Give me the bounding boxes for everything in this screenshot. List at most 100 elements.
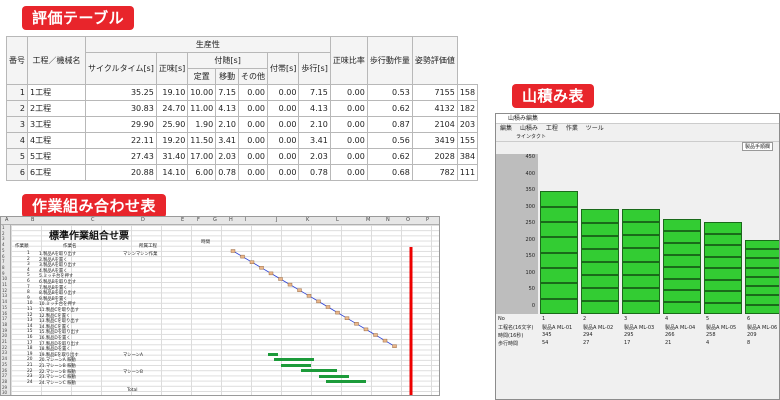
task-block[interactable] — [704, 291, 742, 303]
y-tick-label: 200 — [525, 236, 535, 243]
task-block[interactable] — [581, 222, 619, 236]
cell-cycle: 35.25 — [85, 84, 157, 101]
task-block[interactable] — [622, 209, 660, 223]
cell-walk: 4.13 — [298, 100, 331, 117]
cell-ratio: 0.56 — [366, 132, 413, 149]
task-block[interactable] — [704, 233, 742, 246]
menu-yamazumi[interactable]: 山積み — [520, 125, 538, 132]
task-block[interactable] — [622, 300, 660, 314]
cell-ratio: 0.53 — [366, 84, 413, 101]
yama-toolbar: ラインタクト — [496, 133, 779, 142]
cell-cycle: 27.43 — [85, 148, 157, 165]
y-tick-label: 350 — [525, 187, 535, 193]
cell-futai: 0.00 — [266, 116, 300, 133]
cell-steps: 782 — [411, 164, 458, 181]
task-block[interactable] — [622, 287, 660, 301]
task-block[interactable] — [745, 276, 779, 287]
task-block[interactable] — [704, 245, 742, 257]
yamazumi-title: 山積み表 — [512, 84, 595, 108]
bottom-cell-time: 258 — [706, 332, 716, 338]
task-block[interactable] — [745, 304, 779, 314]
task-block[interactable] — [663, 290, 701, 303]
task-block[interactable] — [540, 237, 578, 253]
task-block[interactable] — [663, 278, 701, 291]
menu-edit[interactable]: 編集 — [500, 125, 512, 132]
task-block[interactable] — [540, 252, 578, 268]
bottom-cell-time: 209 — [747, 332, 757, 338]
cell-walk: 7.15 — [298, 84, 331, 101]
task-block[interactable] — [704, 279, 742, 292]
task-block[interactable] — [622, 222, 660, 236]
cell-b: 4.13 — [215, 100, 239, 117]
task-block[interactable] — [663, 231, 701, 244]
task-block[interactable] — [704, 222, 742, 234]
cell-walk: 3.41 — [298, 132, 331, 149]
row-no: 5 — [6, 148, 28, 165]
bottom-cell-no: 4 — [665, 316, 669, 322]
cell-steps: 7155 — [411, 84, 458, 101]
task-block[interactable] — [745, 248, 779, 259]
task-block[interactable] — [663, 254, 701, 267]
task-block[interactable] — [745, 239, 779, 249]
task-block[interactable] — [581, 261, 619, 275]
task-block[interactable] — [540, 222, 578, 238]
combination-spreadsheet: ABCDEFGHIJKLMNOP 1 2 3 4 5 6 7 8 9 10 11 12 13 14 15 16… — [0, 216, 440, 396]
bottom-cell-name: 製品A ML-01 — [542, 325, 573, 331]
task-block[interactable] — [704, 256, 742, 269]
task-block[interactable] — [663, 243, 701, 255]
line-takt-label: ラインタクト — [516, 134, 547, 140]
menu-tool[interactable]: ツール — [586, 125, 604, 132]
task-block[interactable] — [581, 300, 619, 314]
task-marker — [325, 305, 331, 309]
task-block[interactable] — [581, 274, 619, 288]
bottom-cell-step: 17 — [624, 340, 631, 346]
task-block[interactable] — [622, 274, 660, 288]
task-block[interactable] — [540, 283, 578, 299]
cell-b: 2.03 — [215, 148, 239, 165]
task-block[interactable] — [540, 206, 578, 222]
task-block[interactable] — [663, 219, 701, 232]
cell-b: 0.78 — [215, 164, 239, 181]
task-block[interactable] — [540, 268, 578, 284]
task-block[interactable] — [745, 295, 779, 305]
task-block[interactable] — [745, 258, 779, 268]
cell-net: 24.70 — [155, 100, 189, 117]
task-block[interactable] — [622, 248, 660, 262]
task-block[interactable] — [704, 302, 742, 314]
task-block[interactable] — [581, 287, 619, 301]
bottom-cell-time: 294 — [583, 332, 593, 338]
bottom-cell-name: 製品A ML-03 — [624, 325, 655, 331]
cell-a: 1.90 — [187, 116, 217, 133]
task-marker — [268, 271, 274, 276]
bottom-cell-name: 製品A ML-02 — [583, 325, 614, 331]
y-tick-label: 100 — [525, 269, 535, 276]
table-row: 2 2工程 30.83 24.70 11.00 4.13 0.00 0.00 4.13 0.00 0… — [6, 100, 479, 117]
y-axis: 450 400 350 300 250 200 150 100 50 0 — [496, 154, 538, 314]
task-block[interactable] — [745, 267, 779, 277]
cell-cycle: 30.83 — [85, 100, 157, 117]
cell-net: 14.10 — [155, 164, 189, 181]
task-block[interactable] — [622, 261, 660, 275]
task-block[interactable] — [622, 235, 660, 249]
cell-steps: 3419 — [411, 132, 458, 149]
task-block[interactable] — [540, 298, 578, 314]
cell-c: 0.00 — [238, 148, 268, 165]
task-block[interactable] — [663, 302, 701, 314]
eval-table-title: 評価テーブル — [22, 6, 135, 30]
task-block[interactable] — [704, 268, 742, 280]
task-block[interactable] — [745, 286, 779, 296]
task-block[interactable] — [581, 248, 619, 262]
cell-c: 0.00 — [238, 116, 268, 133]
task-block[interactable] — [581, 235, 619, 249]
menu-task[interactable]: 作業 — [566, 125, 578, 132]
menu-process[interactable]: 工程 — [546, 125, 558, 132]
header-incidental: 付帯[s] — [266, 52, 300, 85]
task-block[interactable] — [540, 191, 578, 207]
bottom-cell-time: 295 — [624, 332, 634, 338]
row-no: 3 — [6, 116, 28, 133]
cell-cycle: 29.90 — [85, 116, 157, 133]
row-process-name: 2工程 — [27, 100, 86, 117]
task-block[interactable] — [581, 209, 619, 223]
task-block[interactable] — [663, 266, 701, 279]
cell-steps: 4132 — [411, 100, 458, 117]
